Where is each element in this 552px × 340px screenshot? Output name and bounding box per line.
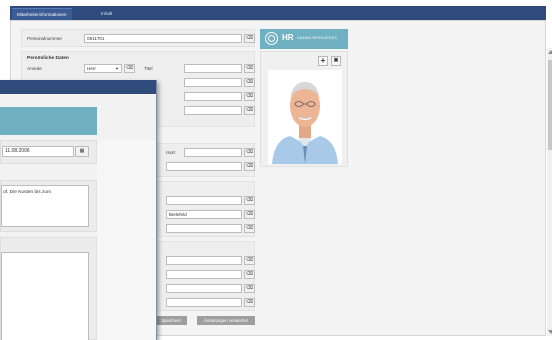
dialog-content-panel — [0, 237, 97, 340]
hr-subtitle: HUMAN RESOURCES — [297, 36, 337, 40]
geburtsname-field[interactable] — [184, 106, 242, 115]
anrede-label: Anrede — [27, 66, 42, 71]
discard-changes-button[interactable]: Änderungen verwerfen — [197, 316, 255, 325]
clear-icon[interactable]: ⌫ — [244, 64, 255, 73]
clear-icon[interactable]: ⌫ — [244, 256, 255, 265]
personal-data-heading: Persönliche Daten — [27, 56, 69, 61]
note-textarea[interactable]: of. Die Kosten bis zum — [1, 185, 89, 227]
fax-field[interactable] — [166, 284, 242, 293]
country-field[interactable] — [166, 224, 242, 233]
clear-icon[interactable]: ⌫ — [244, 78, 255, 87]
save-button[interactable]: Speichern — [155, 316, 187, 325]
photo-panel: + ✖ — [260, 51, 348, 167]
clear-icon[interactable]: ⌫ — [244, 106, 255, 115]
ort-label: rsort — [166, 150, 176, 155]
vorname-field[interactable] — [184, 78, 242, 87]
mobile-field[interactable] — [166, 270, 242, 279]
titel-label: Titel — [144, 66, 153, 71]
dialog-note-panel: of. Die Kosten bis zum — [0, 180, 97, 232]
titel-field[interactable] — [184, 64, 242, 73]
nachname-field[interactable] — [184, 92, 242, 101]
tab-inhalt[interactable]: Inhalt — [96, 8, 117, 20]
dialog-date-panel: 11.08.2006 ▦ — [0, 140, 97, 164]
dialog-right-area — [97, 140, 156, 340]
clear-icon[interactable]: ⌫ — [244, 224, 255, 233]
hr-title: HR — [282, 33, 294, 42]
note-text: of. Die Kosten bis zum — [3, 190, 51, 195]
vertical-scrollbar[interactable] — [547, 48, 552, 336]
remove-photo-button[interactable]: ✖ — [331, 56, 341, 66]
personalnummer-panel: Personalnummer 0911701 ⌫ — [21, 29, 255, 47]
chevron-down-icon: ▼ — [115, 66, 119, 71]
clear-icon[interactable]: ⌫ — [244, 196, 255, 205]
overlay-dialog: 11.08.2006 ▦ of. Die Kosten bis zum — [0, 80, 157, 340]
clear-icon[interactable]: ⌫ — [244, 92, 255, 101]
scroll-thumb[interactable] — [548, 60, 552, 150]
phone-field[interactable] — [166, 256, 242, 265]
anrede-select[interactable]: Herr ▼ — [84, 64, 122, 73]
tab-bar: Mitarbeiterinformationen Inhalt — [10, 6, 546, 20]
geburtsort-field[interactable] — [184, 148, 242, 157]
date-field[interactable]: 11.08.2006 — [2, 146, 74, 157]
anrede-value: Herr — [87, 66, 96, 71]
email-field[interactable] — [166, 298, 242, 307]
app-frame: Mitarbeiterinformationen Inhalt Personal… — [0, 0, 552, 340]
dialog-title-bar[interactable] — [0, 80, 156, 94]
add-photo-button[interactable]: + — [318, 56, 328, 66]
clear-icon[interactable]: ⌫ — [244, 270, 255, 279]
calendar-icon[interactable]: ▦ — [75, 146, 89, 157]
nationality-field[interactable] — [166, 162, 242, 171]
street-field[interactable] — [166, 196, 242, 205]
scroll-down-icon[interactable] — [548, 330, 552, 334]
clear-icon[interactable]: ⌫ — [244, 284, 255, 293]
clear-icon[interactable]: ⌫ — [244, 34, 255, 43]
tab-mitarbeiterinformationen[interactable]: Mitarbeiterinformationen — [12, 8, 72, 20]
personalnummer-label: Personalnummer — [27, 36, 62, 41]
clear-icon[interactable]: ⌫ — [244, 148, 255, 157]
clear-icon[interactable]: ⌫ — [244, 298, 255, 307]
city-field[interactable]: Bielefeld — [166, 210, 242, 219]
magnifier-icon — [265, 32, 278, 45]
personalnummer-field[interactable]: 0911701 — [84, 34, 242, 43]
dialog-banner — [0, 107, 97, 135]
content-textarea[interactable] — [1, 252, 89, 340]
clear-icon[interactable]: ⌫ — [124, 64, 135, 73]
hr-banner: HR HUMAN RESOURCES — [260, 29, 348, 49]
employee-photo — [268, 70, 342, 164]
scroll-up-icon[interactable] — [548, 50, 552, 54]
clear-icon[interactable]: ⌫ — [244, 210, 255, 219]
clear-icon[interactable]: ⌫ — [244, 162, 255, 171]
